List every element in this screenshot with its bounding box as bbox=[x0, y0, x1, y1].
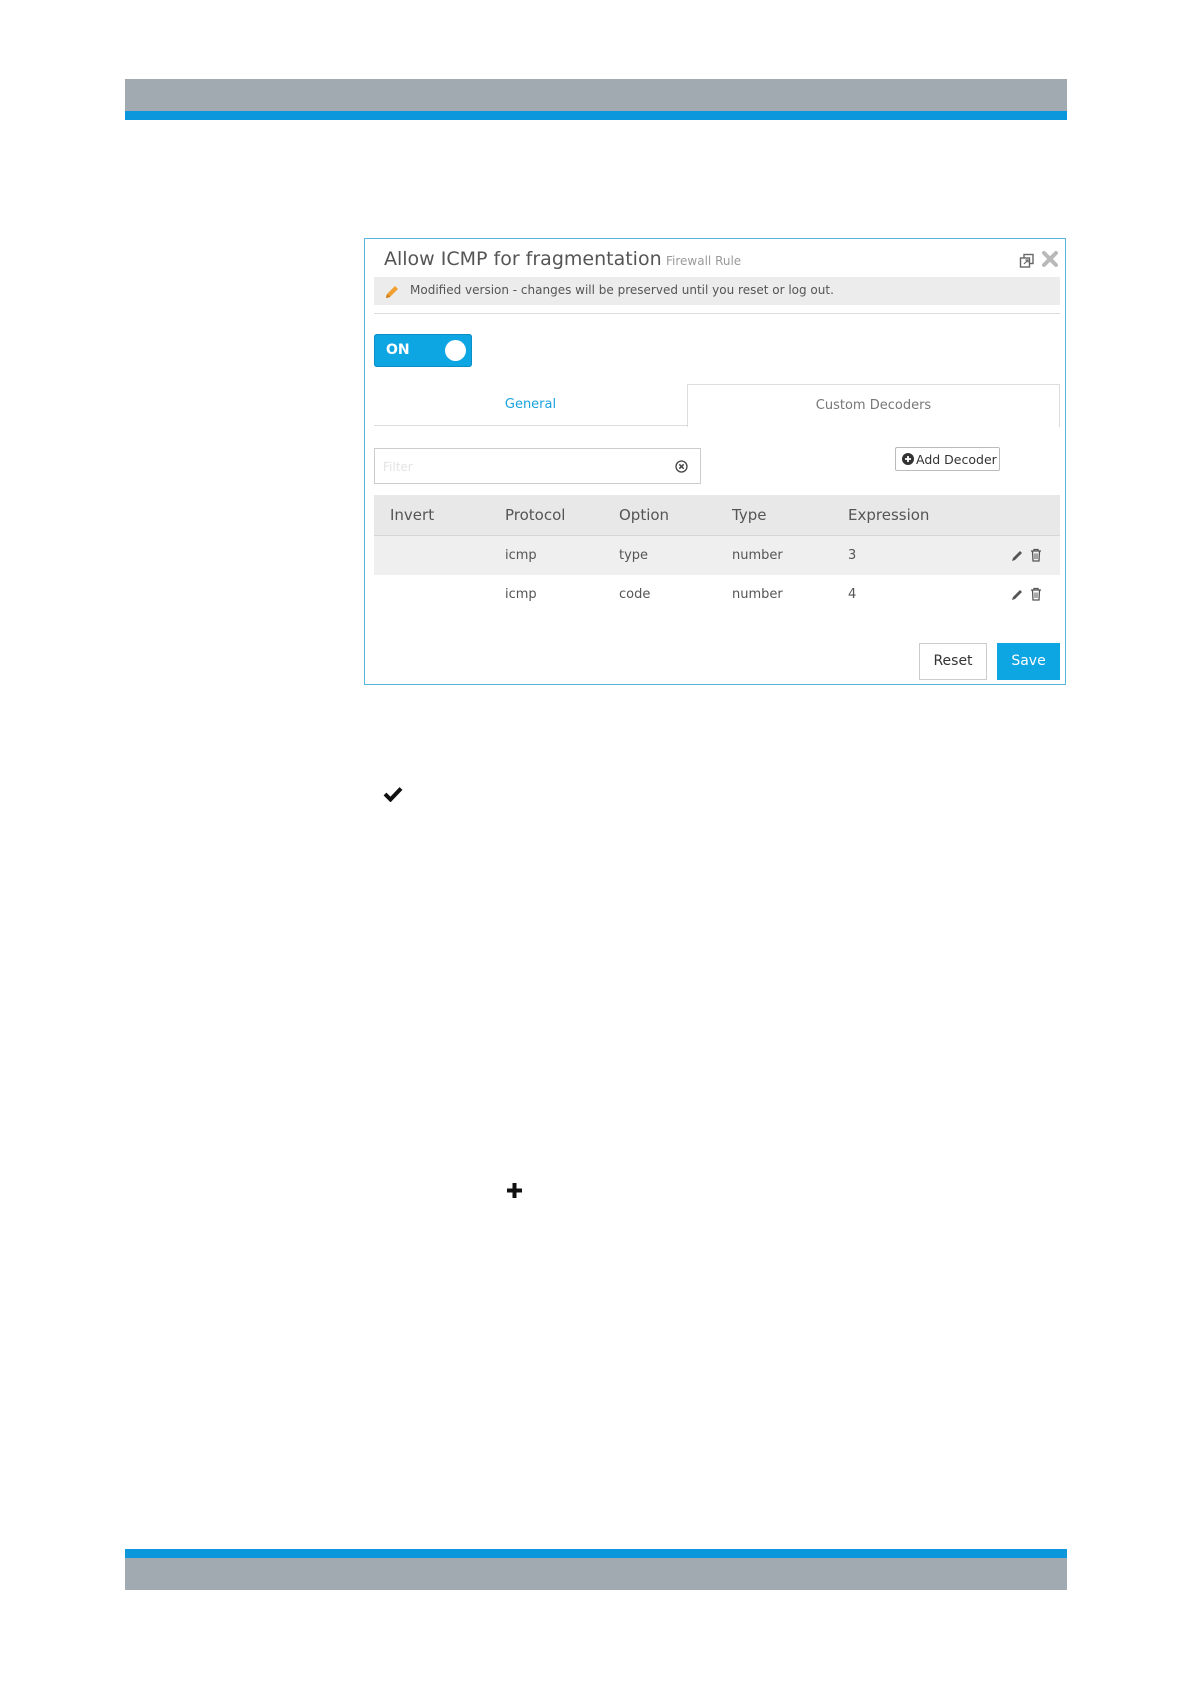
filter-field bbox=[374, 448, 701, 484]
popout-icon[interactable] bbox=[1019, 253, 1035, 269]
column-header-protocol[interactable]: Protocol bbox=[505, 495, 565, 535]
plus-icon bbox=[507, 1183, 522, 1198]
save-button[interactable]: Save bbox=[997, 643, 1060, 680]
plus-circle-icon bbox=[902, 453, 914, 465]
checkmark-icon bbox=[383, 787, 403, 802]
cell-type: number bbox=[732, 587, 783, 602]
pencil-icon bbox=[386, 286, 398, 298]
edit-icon[interactable] bbox=[1011, 588, 1024, 601]
firewall-rule-dialog: Allow ICMP for fragmentation Firewall Ru… bbox=[364, 238, 1066, 685]
column-header-invert[interactable]: Invert bbox=[390, 495, 434, 535]
cell-option: type bbox=[619, 548, 649, 563]
toggle-knob bbox=[445, 340, 466, 361]
column-header-option[interactable]: Option bbox=[619, 495, 669, 535]
reset-button[interactable]: Reset bbox=[919, 643, 987, 680]
delete-icon[interactable] bbox=[1030, 548, 1042, 562]
footer-band-gray bbox=[125, 1558, 1067, 1590]
cell-type: number bbox=[732, 548, 783, 563]
cell-option: code bbox=[619, 587, 651, 602]
header-band-gray bbox=[125, 79, 1067, 111]
delete-icon[interactable] bbox=[1030, 587, 1042, 601]
divider bbox=[374, 313, 1060, 314]
rule-tabs: General Custom Decoders bbox=[374, 384, 1060, 427]
table-row[interactable]: icmp type number 3 bbox=[374, 536, 1060, 575]
table-row[interactable]: icmp code number 4 bbox=[374, 575, 1060, 614]
toggle-label: ON bbox=[386, 342, 410, 358]
edit-icon[interactable] bbox=[1011, 549, 1024, 562]
close-icon[interactable] bbox=[1041, 250, 1059, 268]
decoders-table: Invert Protocol Option Type Expression i… bbox=[374, 495, 1060, 614]
cell-expression: 3 bbox=[848, 548, 857, 563]
add-decoder-button[interactable]: Add Decoder bbox=[895, 447, 1000, 471]
modified-notice: Modified version - changes will be prese… bbox=[374, 277, 1060, 305]
filter-input[interactable] bbox=[381, 455, 665, 479]
column-header-expression[interactable]: Expression bbox=[848, 495, 929, 535]
notice-text: Modified version - changes will be prese… bbox=[410, 283, 834, 297]
tab-general[interactable]: General bbox=[374, 384, 687, 426]
add-decoder-label: Add Decoder bbox=[916, 452, 997, 467]
dialog-title: Allow ICMP for fragmentation bbox=[384, 248, 662, 270]
header-band-accent bbox=[125, 111, 1067, 120]
cell-protocol: icmp bbox=[505, 548, 537, 563]
table-header: Invert Protocol Option Type Expression bbox=[374, 495, 1060, 536]
cell-expression: 4 bbox=[848, 587, 857, 602]
footer-band bbox=[125, 1549, 1067, 1590]
footer-band-accent bbox=[125, 1549, 1067, 1558]
dialog-subtitle: Firewall Rule bbox=[666, 254, 742, 268]
enabled-toggle[interactable]: ON bbox=[374, 334, 472, 367]
clear-filter-icon[interactable] bbox=[675, 460, 688, 473]
tab-custom-decoders[interactable]: Custom Decoders bbox=[687, 384, 1060, 427]
cell-protocol: icmp bbox=[505, 587, 537, 602]
column-header-type[interactable]: Type bbox=[732, 495, 766, 535]
header-band bbox=[125, 79, 1067, 120]
